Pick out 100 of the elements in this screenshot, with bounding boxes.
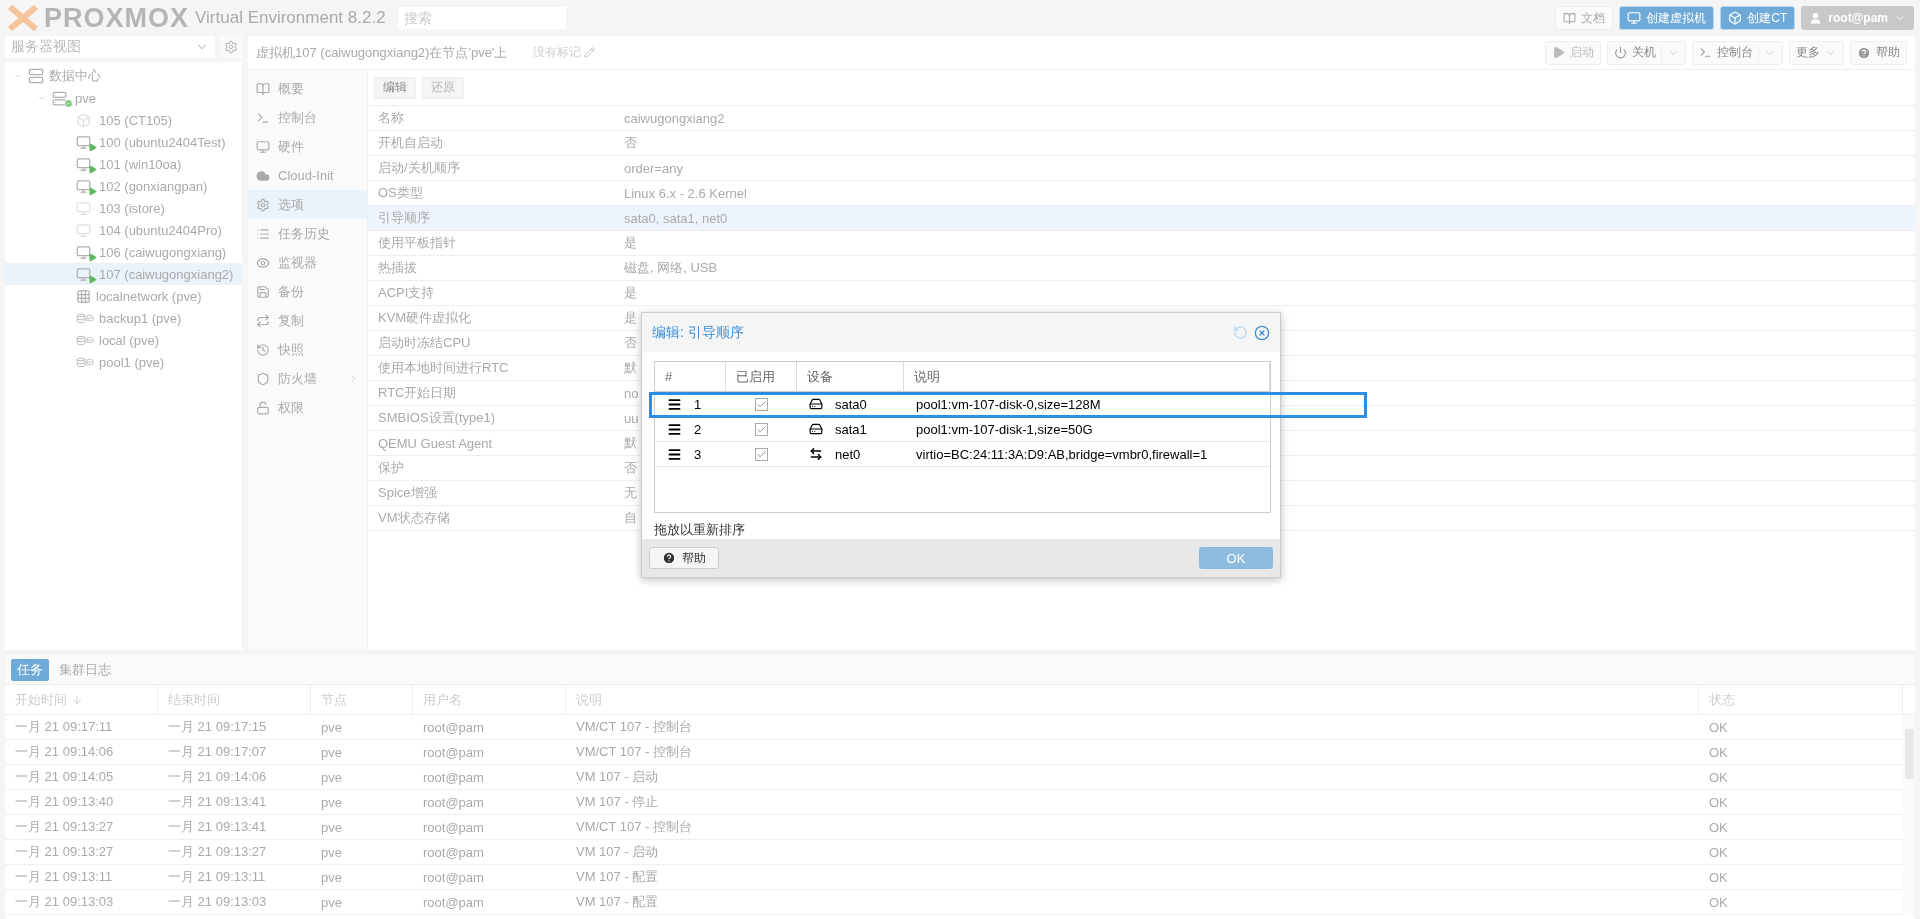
table-cell: pve: [311, 765, 413, 790]
device-description: pool1:vm-107-disk-1,size=50G: [916, 422, 1093, 437]
option-value: 否: [624, 135, 637, 150]
toolbar-button[interactable]: 关机: [1607, 40, 1686, 65]
logo-icon: [8, 5, 38, 31]
tree-item[interactable]: localnetwork (pve): [5, 285, 242, 307]
server-rack-icon: [28, 68, 44, 84]
option-row[interactable]: 引导顺序 sata0, sata1, net0: [368, 206, 1915, 231]
option-name: 开机自启动: [377, 134, 444, 152]
table-cell: pve: [311, 740, 413, 765]
table-cell: VM/CT 107 - 控制台: [566, 715, 1699, 740]
option-value: caiwugongxiang2: [624, 110, 725, 126]
tree-item[interactable]: 101 (win10oa): [5, 153, 242, 175]
nav-item[interactable]: 控制台: [248, 103, 367, 132]
column-header[interactable]: 设备: [797, 362, 904, 393]
hard-drive-icon: [809, 397, 823, 412]
tree-item[interactable]: backup1 (pve): [5, 307, 242, 329]
option-value: order=any: [624, 160, 683, 176]
table-cell: pve: [311, 790, 413, 815]
logo: PROXMOX: [44, 2, 190, 34]
checkbox[interactable]: [755, 448, 768, 461]
table-cell: root@pam: [413, 790, 566, 815]
eye-icon: [256, 255, 270, 270]
tree-item[interactable]: 107 (caiwugongxiang2): [5, 263, 242, 285]
tree-item[interactable]: 103 (istore): [5, 197, 242, 219]
close-icon[interactable]: [1254, 324, 1270, 341]
column-header[interactable]: #: [655, 362, 726, 393]
checkbox[interactable]: [755, 398, 768, 411]
drag-handle-icon: [667, 422, 682, 437]
device-description: pool1:vm-107-disk-0,size=128M: [916, 397, 1101, 412]
row-number: 2: [694, 422, 702, 437]
checkbox[interactable]: [755, 423, 768, 436]
drag-handle-icon: [667, 397, 682, 412]
header-button[interactable]: 创建虚拟机: [1619, 6, 1715, 30]
pencil-icon: [584, 47, 596, 58]
tree-item[interactable]: pool1 (pve): [5, 351, 242, 373]
option-name: 引导顺序: [377, 209, 431, 227]
toolbar-button[interactable]: 控制台: [1692, 40, 1783, 65]
nav-item[interactable]: 选项: [248, 190, 367, 219]
option-name: Spice增强: [377, 484, 438, 502]
table-cell: root@pam: [413, 890, 566, 915]
expand-icon: [37, 93, 47, 103]
reset-icon[interactable]: [1233, 324, 1248, 340]
tree-item[interactable]: 106 (caiwugongxiang): [5, 241, 242, 263]
table-cell: pve: [311, 815, 413, 840]
monitor-icon: [1627, 11, 1642, 25]
nav-item[interactable]: 防火墙: [248, 364, 367, 393]
cloud-icon: [256, 168, 270, 183]
tab[interactable]: 任务: [11, 658, 49, 681]
toolbar-button[interactable]: 帮助: [1850, 40, 1907, 65]
tree-item[interactable]: pve: [5, 87, 242, 109]
tree-item[interactable]: 104 (ubuntu2404Pro): [5, 219, 242, 241]
header-button[interactable]: 文档: [1555, 6, 1614, 30]
settings-button[interactable]: [220, 36, 242, 58]
table-cell: VM 107 - 启动: [566, 765, 1699, 790]
toolbar-button[interactable]: 编辑: [374, 76, 416, 99]
table-cell: VM 107 - 停止: [566, 790, 1699, 815]
nav-item[interactable]: 快照: [248, 335, 367, 364]
history-icon: [256, 342, 270, 357]
column-header[interactable]: 说明: [904, 362, 1270, 393]
nav-item[interactable]: 权限: [248, 393, 367, 422]
column-header[interactable]: 已启用: [726, 362, 797, 393]
tree-item[interactable]: 105 (CT105): [5, 109, 242, 131]
toolbar-button[interactable]: 更多: [1789, 40, 1844, 65]
nav-item[interactable]: 监视器: [248, 248, 367, 277]
table-cell: pve: [311, 865, 413, 890]
option-name: KVM硬件虚拟化: [377, 309, 473, 327]
tree-item[interactable]: local (pve): [5, 329, 242, 351]
option-name: SMBIOS设置(type1): [377, 409, 497, 427]
tree-item[interactable]: 数据中心: [5, 65, 242, 87]
help-button[interactable]: 帮助: [649, 547, 719, 570]
help-icon: [662, 551, 676, 566]
option-value: 自: [624, 510, 637, 525]
option-name: 启动/关机顺序: [377, 159, 461, 177]
option-name: RTC开始日期: [377, 384, 458, 402]
nav-item[interactable]: 复制: [248, 306, 367, 335]
option-value: 否: [624, 460, 637, 475]
terminal-icon: [256, 110, 270, 125]
header-button[interactable]: 创建CT: [1720, 6, 1796, 30]
option-name: 使用平板指针: [377, 234, 457, 252]
monitor-icon: [256, 139, 270, 154]
option-value: sata0, sata1, net0: [624, 210, 728, 226]
table-cell: root@pam: [413, 840, 566, 865]
table-cell: pve: [311, 890, 413, 915]
nav-item[interactable]: 概要: [248, 74, 367, 103]
view-select[interactable]: 服务器视图: [5, 36, 215, 58]
nav-item[interactable]: 硬件: [248, 132, 367, 161]
option-value: 否: [624, 335, 637, 350]
tree-item[interactable]: 100 (ubuntu2404Test): [5, 131, 242, 153]
expand-icon: [13, 71, 23, 81]
option-name: 保护: [377, 459, 405, 477]
nav-item[interactable]: Cloud-Init: [248, 161, 367, 190]
nav-item[interactable]: 备份: [248, 277, 367, 306]
option-name: 启动时冻结CPU: [377, 334, 472, 352]
nav-item[interactable]: 任务历史: [248, 219, 367, 248]
tree-item[interactable]: 102 (gonxiangpan): [5, 175, 242, 197]
exchange-icon: [809, 447, 823, 462]
table-cell: VM 107 - 配置: [566, 865, 1699, 890]
option-value: 默: [624, 435, 637, 450]
tab[interactable]: 集群日志: [53, 658, 117, 681]
